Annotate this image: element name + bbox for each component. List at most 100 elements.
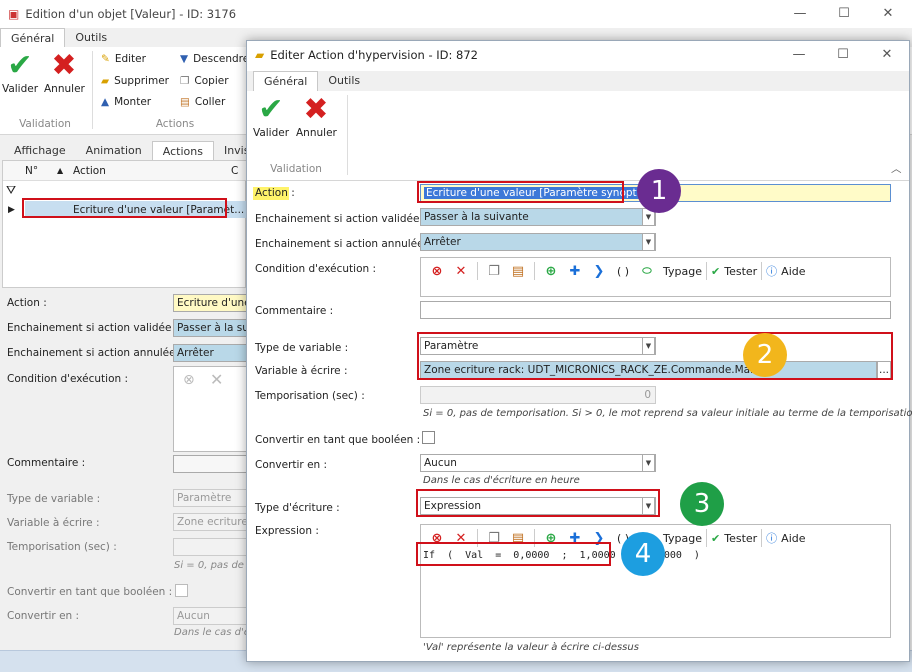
bool-checkbox[interactable] — [422, 431, 435, 444]
chevron-right-icon[interactable]: ❯ — [587, 264, 611, 279]
subtab-affichage[interactable]: Affichage — [4, 141, 76, 162]
back-monter-button[interactable]: ▲ Monter — [101, 96, 151, 108]
row-pointer-icon: ▶ — [8, 205, 15, 215]
subtab-actions[interactable]: Actions — [151, 141, 214, 162]
back-bool-checkbox[interactable] — [175, 584, 188, 597]
back-minimize-icon[interactable]: — — [778, 0, 822, 28]
subtab-animation[interactable]: Animation — [76, 141, 152, 162]
tempo-field[interactable]: 0 — [420, 386, 656, 404]
back-close-icon[interactable]: ✕ — [866, 0, 910, 28]
grid-col-n[interactable]: N° — [25, 165, 38, 177]
comment-label: Commentaire : — [255, 305, 334, 317]
delete-icon: ▰ — [101, 75, 110, 87]
type-ecr-label: Type d'écriture : — [255, 502, 340, 514]
edit-icon: ✎ — [101, 53, 110, 65]
help-icon: ⓘ — [766, 532, 778, 545]
back-type-var-field[interactable]: Paramètre — [173, 489, 253, 507]
typage-icon[interactable]: ⬭ — [635, 264, 659, 278]
check-icon: ✔ — [7, 48, 33, 83]
cross-icon: ✖ — [303, 92, 329, 127]
paste-icon[interactable]: ▤ — [506, 264, 530, 279]
back-cond-label: Condition d'exécution : — [7, 373, 129, 385]
tempo-hint: Si = 0, pas de temporisation. Si > 0, le… — [423, 408, 912, 419]
expr-label: Expression : — [255, 525, 319, 537]
back-valider-button[interactable]: ✔ Valider — [0, 48, 40, 96]
aide-button[interactable]: Aide — [781, 265, 805, 278]
back-supprimer-button[interactable]: ▰ Supprimer — [101, 75, 169, 87]
back-comment-field[interactable] — [173, 455, 253, 473]
paste-icon: ▤ — [180, 96, 190, 108]
conv-dropdown[interactable]: Aucun — [420, 454, 656, 472]
front-close-icon[interactable]: ✕ — [865, 41, 909, 69]
sort-asc-icon: ▲ — [57, 166, 64, 175]
comment-field[interactable] — [420, 301, 891, 319]
back-maximize-icon[interactable]: ☐ — [822, 0, 866, 28]
arrow-up-icon: ▲ — [101, 96, 110, 108]
back-cond-cancel-icon[interactable]: ⊗ — [183, 372, 195, 388]
tempo-label: Temporisation (sec) : — [255, 390, 365, 402]
annotation-badge-3: 3 — [680, 482, 724, 526]
annotation-box-grid-row — [22, 198, 227, 218]
cancel-icon[interactable]: ⊗ — [425, 264, 449, 279]
help-icon: ⓘ — [766, 265, 778, 278]
tester-button[interactable]: Tester — [724, 265, 757, 278]
filter-icon[interactable]: ⛛ — [6, 183, 16, 198]
cond-label: Condition d'exécution : — [255, 263, 377, 275]
delete-icon[interactable]: ✕ — [449, 264, 473, 279]
back-tempo-hint: Si = 0, pas de t — [174, 560, 252, 571]
front-tab-outils[interactable]: Outils — [318, 71, 370, 91]
back-tempo-field[interactable] — [173, 538, 253, 556]
chevron-down-icon[interactable]: ▼ — [642, 233, 655, 251]
back-conv-hint: Dans le cas d'é — [174, 627, 250, 638]
back-coller-button[interactable]: ▤ Coller — [180, 96, 225, 108]
ench-val-dropdown[interactable]: Passer à la suivante — [420, 208, 656, 226]
back-conv-label: Convertir en : — [7, 610, 80, 622]
back-editer-button[interactable]: ✎ Editer — [101, 53, 146, 65]
grid-col-action[interactable]: Action — [73, 165, 106, 177]
folder-icon: ▰ — [255, 48, 265, 62]
front-valider-button[interactable]: ✔ Valider — [251, 93, 291, 140]
annotation-box-variable — [417, 332, 893, 380]
back-conv-field[interactable]: Aucun — [173, 607, 253, 625]
front-minimize-icon[interactable]: — — [777, 41, 821, 69]
annotation-badge-2: 2 — [743, 333, 787, 377]
back-ench-val-field[interactable]: Passer à la suiv — [173, 319, 253, 337]
grid-col-c[interactable]: C — [231, 165, 238, 177]
bool-label: Convertir en tant que booléen : — [255, 434, 421, 446]
back-group-validation: Validation — [19, 118, 71, 130]
back-annuler-button[interactable]: ✖ Annuler — [44, 48, 85, 96]
back-tab-outils[interactable]: Outils — [65, 28, 117, 48]
cond-toolbar: ⊗ ✕ ❐ ▤ ⊕ ✚ ❯ ( ) ⬭ Typage ✔ Tester ⓘ Ai… — [425, 258, 806, 284]
add-icon[interactable]: ⊕ — [539, 264, 563, 279]
typage-button[interactable]: Typage — [663, 532, 702, 545]
back-ench-ann-field[interactable]: Arrêter — [173, 344, 253, 362]
toolbar-separator — [477, 262, 478, 280]
front-tab-general[interactable]: Général — [253, 71, 319, 91]
parentheses-button[interactable]: ( ) — [611, 265, 635, 278]
collapse-ribbon-icon[interactable]: ︿ — [891, 161, 902, 176]
back-tab-general[interactable]: Général — [0, 28, 66, 48]
grid-header — [3, 161, 247, 181]
ench-ann-label: Enchainement si action annulée : — [255, 238, 431, 250]
tester-button[interactable]: Tester — [724, 532, 757, 545]
front-group-validation: Validation — [270, 163, 322, 175]
annotation-box-type-ecriture — [416, 489, 660, 517]
check-icon: ✔ — [711, 531, 721, 545]
back-tempo-label: Temporisation (sec) : — [7, 541, 117, 553]
plus-icon[interactable]: ✚ — [563, 264, 587, 279]
cross-icon: ✖ — [51, 48, 77, 83]
copy-icon[interactable]: ❐ — [482, 264, 506, 279]
chevron-down-icon[interactable]: ▼ — [642, 454, 655, 472]
ribbon-divider — [347, 95, 348, 175]
front-maximize-icon[interactable]: ☐ — [821, 41, 865, 69]
back-copier-button[interactable]: ❐ Copier — [180, 75, 229, 87]
back-action-field[interactable]: Ecriture d'une v — [173, 294, 253, 312]
typage-button[interactable]: Typage — [663, 265, 702, 278]
back-var-field[interactable]: Zone ecriture r — [173, 513, 253, 531]
back-cond-delete-icon[interactable]: ✕ — [210, 370, 223, 389]
front-annuler-button[interactable]: ✖ Annuler — [296, 92, 337, 140]
back-descendre-button[interactable]: ▼ Descendre — [180, 53, 249, 65]
ench-ann-dropdown[interactable]: Arrêter — [420, 233, 656, 251]
back-grid: N° ▲ Action C ⛛ ▶ Ecriture d'une valeur … — [2, 160, 247, 288]
aide-button[interactable]: Aide — [781, 532, 805, 545]
